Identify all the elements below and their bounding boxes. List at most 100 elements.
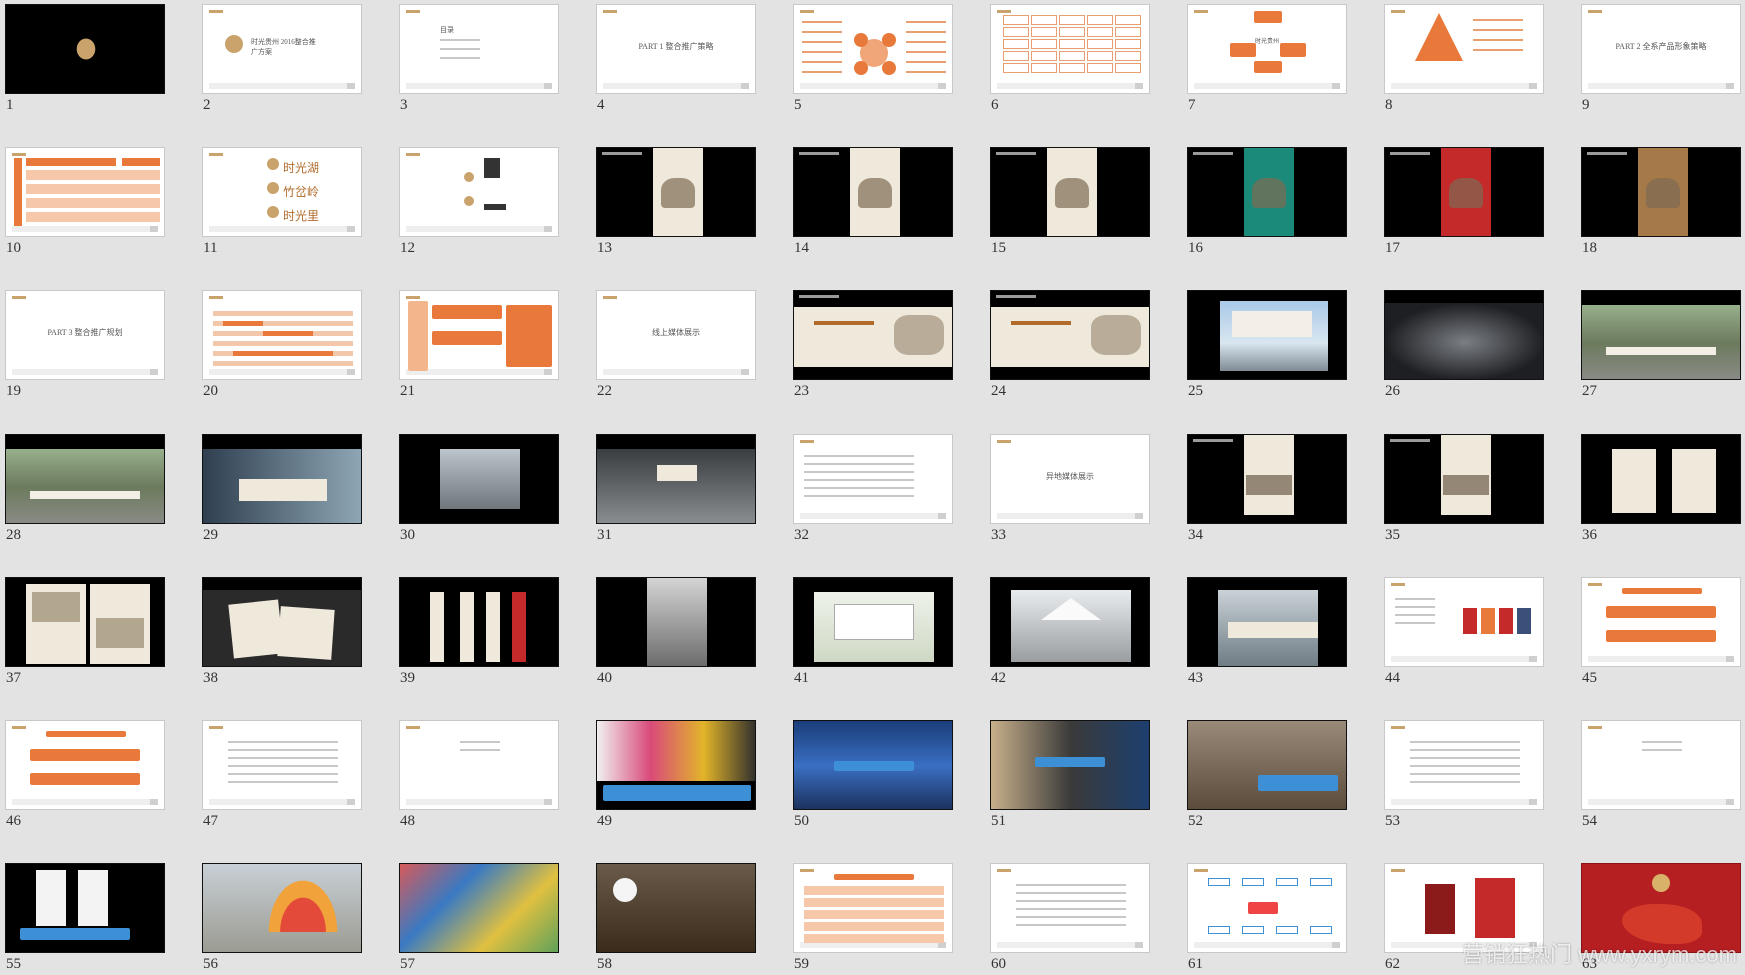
- slide-cell: 56: [197, 859, 394, 975]
- slide-thumbnail[interactable]: [1581, 720, 1741, 810]
- text-line: [804, 454, 914, 457]
- slide-thumbnail[interactable]: [596, 863, 756, 954]
- slide-thumbnail[interactable]: [202, 863, 362, 954]
- slide-thumbnail[interactable]: [990, 720, 1150, 810]
- slide-footer: [1588, 83, 1734, 89]
- text-line: [1473, 29, 1523, 31]
- slide-thumbnail[interactable]: [990, 4, 1150, 94]
- slide-footer: [603, 369, 749, 376]
- slide-thumbnail[interactable]: [1384, 576, 1544, 667]
- slide-thumbnail[interactable]: [1187, 863, 1347, 954]
- slide-thumbnail[interactable]: [793, 290, 953, 381]
- table-row: [26, 212, 160, 223]
- slide-thumbnail[interactable]: [1384, 720, 1544, 810]
- slide-sorter-grid: 1 时光贵州 2016整合推广方案 2 目录 3 PART 1 整合推广策略 4 5 6 时光贵州…: [0, 0, 1745, 975]
- slide-thumbnail[interactable]: [596, 720, 756, 810]
- slide-number: 52: [1188, 813, 1203, 829]
- product-box: [1517, 607, 1531, 634]
- slide-thumbnail[interactable]: [5, 863, 165, 954]
- slide-cell: 28: [0, 430, 197, 573]
- slide-thumbnail[interactable]: [399, 147, 559, 238]
- slide-thumbnail[interactable]: [596, 147, 756, 238]
- slide-thumbnail[interactable]: [596, 433, 756, 524]
- slide-thumbnail[interactable]: PART 2 全系产品形象策略: [1581, 4, 1741, 94]
- slide-thumbnail[interactable]: [596, 576, 756, 667]
- slide-number: 41: [794, 669, 809, 686]
- slide-thumbnail[interactable]: [399, 576, 559, 667]
- table-row: [804, 898, 944, 908]
- plan-bar: [30, 749, 140, 761]
- slide-thumbnail[interactable]: [793, 147, 953, 238]
- slide-thumbnail[interactable]: [1187, 290, 1347, 381]
- slide-thumbnail[interactable]: [399, 863, 559, 954]
- slide-cell: 目录 3: [394, 0, 591, 143]
- slide-thumbnail[interactable]: [1581, 433, 1741, 524]
- slide-thumbnail[interactable]: [5, 147, 165, 238]
- slide-thumbnail[interactable]: [1581, 147, 1741, 238]
- slide-thumbnail[interactable]: [1187, 147, 1347, 238]
- table-cell: [1031, 63, 1057, 73]
- slide-thumbnail[interactable]: [793, 576, 953, 667]
- slide-thumbnail[interactable]: [990, 576, 1150, 667]
- branch-node: [1208, 878, 1230, 887]
- slide-cell: 线上媒体展示 22: [591, 286, 788, 429]
- photo: [1188, 721, 1346, 809]
- slide-number: 4: [597, 97, 605, 113]
- slide-thumbnail[interactable]: [399, 290, 559, 381]
- slide-thumbnail[interactable]: [793, 720, 953, 810]
- slide-thumbnail[interactable]: [1581, 576, 1741, 667]
- slide-thumbnail[interactable]: [1384, 290, 1544, 381]
- slide-thumbnail[interactable]: [5, 4, 165, 94]
- slide-cell: 48: [394, 716, 591, 859]
- slide-thumbnail[interactable]: [399, 433, 559, 524]
- slide-thumbnail[interactable]: [202, 290, 362, 381]
- slide-thumbnail[interactable]: [1384, 433, 1544, 524]
- poster-illustration: [858, 178, 892, 209]
- slide-thumbnail[interactable]: [990, 863, 1150, 954]
- slide-thumbnail[interactable]: PART 3 整合推广规划: [5, 290, 165, 381]
- slide-cell: 14: [788, 143, 985, 286]
- slide-number: 22: [597, 383, 612, 400]
- slide-thumbnail[interactable]: PART 1 整合推广策略: [596, 4, 756, 94]
- slide-thumbnail[interactable]: [202, 433, 362, 524]
- slide-thumbnail[interactable]: [202, 576, 362, 667]
- slide-thumbnail[interactable]: [1581, 290, 1741, 381]
- slide-footer: [209, 83, 355, 89]
- slide-footer: [406, 369, 552, 376]
- slide-cell: 49: [591, 716, 788, 859]
- slide-thumbnail[interactable]: [1187, 720, 1347, 810]
- banner-illustration: [894, 315, 944, 356]
- slide-cell: 40: [591, 573, 788, 716]
- slide-thumbnail[interactable]: 时光湖 竹岔岭 时光里: [202, 147, 362, 238]
- slide-thumbnail[interactable]: [1384, 4, 1544, 94]
- slide-thumbnail[interactable]: [202, 720, 362, 810]
- slide-cell: 37: [0, 573, 197, 716]
- slide-thumbnail[interactable]: 时光贵州 2016整合推广方案: [202, 4, 362, 94]
- slide-cell: 54: [1576, 716, 1745, 859]
- image-block: [32, 591, 80, 622]
- slide-thumbnail[interactable]: [990, 290, 1150, 381]
- slide-thumbnail[interactable]: 目录: [399, 4, 559, 94]
- slide-thumbnail[interactable]: [1384, 147, 1544, 238]
- slide-caption: [1193, 152, 1233, 156]
- slide-thumbnail[interactable]: [1187, 433, 1347, 524]
- slide-header-mark: [1391, 726, 1405, 729]
- slide-thumbnail[interactable]: [793, 863, 953, 954]
- slide-thumbnail[interactable]: 线上媒体展示: [596, 290, 756, 381]
- slide-thumbnail[interactable]: [399, 720, 559, 810]
- slide-thumbnail[interactable]: [1187, 576, 1347, 667]
- slide-thumbnail[interactable]: [5, 433, 165, 524]
- slide-thumbnail[interactable]: 异地媒体展示: [990, 433, 1150, 524]
- slide-thumbnail[interactable]: [5, 576, 165, 667]
- slide-thumbnail[interactable]: 时光贵州: [1187, 4, 1347, 94]
- slide-cell: 时光贵州 2016整合推广方案 2: [197, 0, 394, 143]
- slide-thumbnail[interactable]: [5, 720, 165, 810]
- text-line: [1016, 900, 1126, 903]
- table-row: [804, 886, 944, 896]
- slide-cell: 12: [394, 143, 591, 286]
- slide-thumbnail[interactable]: [793, 433, 953, 524]
- slide-thumbnail[interactable]: [793, 4, 953, 94]
- slide-thumbnail[interactable]: [990, 147, 1150, 238]
- table-row: [804, 922, 944, 932]
- slide-number: 35: [1385, 526, 1400, 543]
